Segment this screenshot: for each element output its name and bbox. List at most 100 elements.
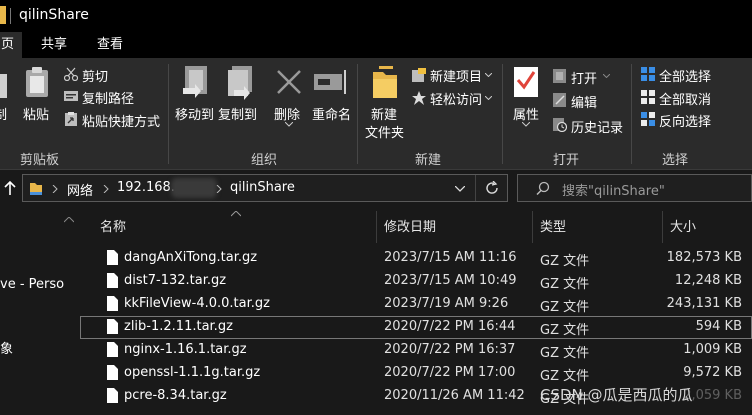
file-name: nginx-1.16.1.tar.gz: [124, 342, 247, 357]
file-icon: [107, 388, 118, 403]
tab-home[interactable]: 页: [0, 32, 23, 58]
ribbon-tabs: 页 共享 查看: [0, 32, 752, 58]
column-header-name[interactable]: 名称: [100, 216, 126, 235]
chevron-down-icon: [603, 74, 610, 78]
file-icon: [107, 319, 118, 334]
breadcrumb-current[interactable]: qilinShare: [230, 180, 295, 195]
move-to-button[interactable]: 移动到: [175, 104, 214, 123]
file-type: GZ 文件: [540, 346, 590, 361]
file-name: kkFileView-4.0.0.tar.gz: [124, 296, 270, 311]
chevron-down-icon: [485, 96, 492, 100]
file-date: 2023/7/19 AM 9:26: [384, 296, 509, 311]
select-none-button[interactable]: 全部取消: [659, 89, 711, 108]
open-button[interactable]: 打开: [571, 68, 597, 87]
new-item-icon: [412, 68, 426, 82]
column-header-date[interactable]: 修改日期: [384, 216, 436, 235]
copy-icon: [0, 74, 7, 98]
address-bar[interactable]: 网络 192.168. qilinShare: [22, 174, 508, 202]
new-folder-line2[interactable]: 文件夹: [365, 122, 404, 141]
watermark: CSDN @瓜是西瓜的瓜: [540, 386, 693, 404]
chevron-right-icon: [52, 185, 58, 193]
copy-to-button[interactable]: 复制到: [218, 104, 257, 123]
breadcrumb-host[interactable]: 192.168.: [117, 180, 175, 195]
tab-view[interactable]: 查看: [89, 32, 131, 58]
new-folder-icon: [373, 66, 397, 98]
breadcrumb-network[interactable]: 网络: [67, 180, 93, 199]
file-icon: [107, 296, 118, 311]
paste-button[interactable]: 粘贴: [23, 104, 49, 123]
cut-button[interactable]: 剪切: [82, 66, 108, 85]
easy-access-button[interactable]: 轻松访问: [430, 89, 482, 108]
file-size: 594 KB: [695, 319, 742, 334]
column-separator[interactable]: [662, 211, 663, 243]
move-to-icon: [183, 66, 207, 98]
up-arrow-icon[interactable]: [4, 181, 16, 195]
invert-selection-icon: [641, 112, 655, 126]
chevron-down-icon: [485, 73, 492, 77]
redacted-ip: [171, 178, 217, 198]
search-box[interactable]: 搜索"qilinShare": [517, 174, 752, 202]
select-all-icon: [641, 67, 655, 81]
file-date: 2020/7/22 PM 16:37: [384, 342, 516, 357]
tab-share[interactable]: 共享: [33, 32, 75, 58]
paste-icon: [26, 67, 48, 97]
invert-selection-button[interactable]: 反向选择: [659, 111, 711, 130]
chevron-down-icon: [285, 122, 293, 127]
copy-button-label[interactable]: 制: [0, 104, 7, 123]
copy-path-button[interactable]: 复制路径: [82, 88, 134, 107]
paste-shortcut-icon: [65, 112, 77, 126]
new-item-button[interactable]: 新建项目: [430, 66, 482, 85]
column-header-type[interactable]: 类型: [540, 216, 566, 235]
properties-button[interactable]: 属性: [513, 104, 539, 123]
copy-to-icon: [228, 66, 252, 100]
file-name: dangAnXiTong.tar.gz: [124, 250, 258, 265]
file-icon: [107, 273, 118, 288]
select-none-icon: [641, 90, 655, 104]
select-all-button[interactable]: 全部选择: [659, 66, 711, 85]
rename-button[interactable]: 重命名: [312, 104, 351, 123]
chevron-right-icon: [103, 185, 109, 193]
history-button[interactable]: 历史记录: [571, 117, 623, 136]
address-separator: [475, 175, 476, 201]
chevron-up-icon[interactable]: [64, 217, 74, 223]
refresh-icon[interactable]: [485, 181, 499, 195]
folder-icon: [0, 6, 6, 24]
file-row[interactable]: dist7-132.tar.gz 2023/7/15 AM 10:49 GZ 文…: [80, 270, 752, 293]
file-row[interactable]: kkFileView-4.0.0.tar.gz 2023/7/19 AM 9:2…: [80, 293, 752, 316]
file-row[interactable]: openssl-1.1.1g.tar.gz 2020/7/22 PM 17:00…: [80, 362, 752, 385]
new-folder-line1[interactable]: 新建: [371, 104, 397, 123]
column-separator[interactable]: [376, 211, 377, 243]
file-name: pcre-8.34.tar.gz: [124, 388, 227, 403]
file-name: dist7-132.tar.gz: [124, 273, 227, 288]
file-date: 2020/11/26 AM 11:42: [384, 388, 525, 403]
file-size: 9,572 KB: [683, 365, 742, 380]
open-icon: [553, 69, 566, 83]
file-row[interactable]: dangAnXiTong.tar.gz 2023/7/15 AM 11:16 G…: [80, 247, 752, 270]
file-date: 2023/7/15 AM 11:16: [384, 250, 517, 265]
file-row-focused[interactable]: zlib-1.2.11.tar.gz 2020/7/22 PM 16:44 GZ…: [80, 316, 752, 339]
nav-item-3d-objects[interactable]: 象: [0, 338, 13, 357]
edit-button[interactable]: 编辑: [571, 92, 597, 111]
ribbon-divider: [631, 64, 632, 164]
nav-item-onedrive[interactable]: ve - Perso: [0, 277, 78, 292]
copy-path-icon: [64, 91, 78, 101]
file-date: 2023/7/15 AM 10:49: [384, 273, 517, 288]
file-icon: [107, 365, 118, 380]
paste-shortcut-button[interactable]: 粘贴快捷方式: [82, 111, 160, 130]
title-separator: [10, 8, 11, 24]
ribbon-divider: [168, 64, 169, 164]
delete-button[interactable]: 删除: [274, 104, 300, 123]
file-row[interactable]: nginx-1.16.1.tar.gz 2020/7/22 PM 16:37 G…: [80, 339, 752, 362]
column-separator[interactable]: [532, 211, 533, 243]
select-group-label: 选择: [662, 153, 689, 168]
chevron-down-icon[interactable]: [455, 186, 465, 192]
search-placeholder: 搜索"qilinShare": [562, 184, 665, 199]
chevron-right-icon: [216, 185, 222, 193]
scissors-icon: [64, 67, 78, 81]
search-icon: [536, 181, 550, 195]
file-icon: [107, 250, 118, 265]
column-header-size[interactable]: 大小: [670, 216, 696, 235]
network-folder-icon: [30, 183, 42, 195]
ribbon: 制 粘贴 剪切 复制路径 粘贴快捷方式 剪贴板 移动到 复制到 删除 重命名 组…: [0, 58, 752, 170]
file-type: GZ 文件: [540, 277, 590, 292]
